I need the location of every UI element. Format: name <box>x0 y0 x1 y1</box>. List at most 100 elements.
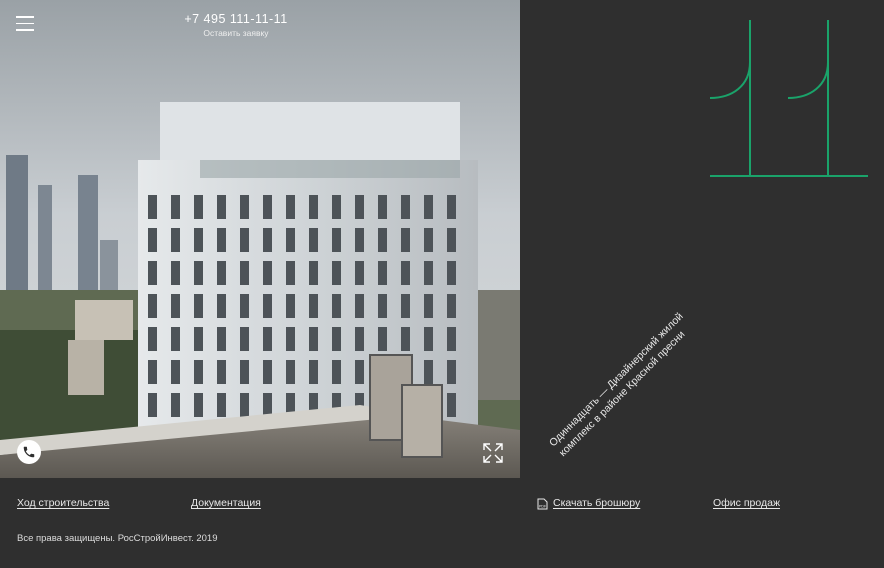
window <box>447 195 456 219</box>
window <box>332 294 341 318</box>
window <box>424 228 433 252</box>
phone-icon[interactable] <box>17 440 41 464</box>
window <box>217 261 226 285</box>
window <box>401 327 410 351</box>
window <box>194 261 203 285</box>
window <box>309 327 318 351</box>
pdf-icon: PDF <box>537 498 548 510</box>
window <box>424 327 433 351</box>
sales-office-link[interactable]: Офис продаж <box>713 497 780 509</box>
window <box>148 327 157 351</box>
expand-glyph <box>483 443 503 463</box>
window <box>401 261 410 285</box>
window <box>148 261 157 285</box>
phone-number[interactable]: +7 495 111-11-11 <box>180 12 292 26</box>
hero-image: +7 495 111-11-11 Оставить заявку <box>0 0 520 478</box>
window <box>263 195 272 219</box>
window <box>378 327 387 351</box>
window <box>286 261 295 285</box>
window <box>401 228 410 252</box>
window <box>355 327 364 351</box>
window <box>424 261 433 285</box>
tagline: Одиннадцать — Дизайнерский жилой комплек… <box>547 310 688 459</box>
window <box>355 195 364 219</box>
window <box>424 195 433 219</box>
window <box>309 261 318 285</box>
window <box>171 228 180 252</box>
window <box>355 228 364 252</box>
window <box>447 294 456 318</box>
header-contact: +7 495 111-11-11 Оставить заявку <box>180 12 292 38</box>
window <box>217 327 226 351</box>
window <box>171 327 180 351</box>
window <box>148 294 157 318</box>
window <box>148 393 157 417</box>
window <box>194 294 203 318</box>
request-link[interactable]: Оставить заявку <box>180 28 292 38</box>
window <box>286 228 295 252</box>
window <box>286 360 295 384</box>
window <box>447 228 456 252</box>
window <box>309 294 318 318</box>
window <box>401 294 410 318</box>
window <box>240 327 249 351</box>
copyright: Все права защищены. РосСтройИнвест. 2019 <box>17 533 218 544</box>
window <box>240 228 249 252</box>
expand-icon[interactable] <box>482 442 504 464</box>
window <box>424 294 433 318</box>
window <box>263 327 272 351</box>
window <box>240 393 249 417</box>
window <box>332 360 341 384</box>
construction-progress-link[interactable]: Ход строительства <box>17 497 109 509</box>
window <box>217 195 226 219</box>
window <box>263 261 272 285</box>
menu-icon[interactable] <box>16 16 34 34</box>
window <box>332 195 341 219</box>
window <box>240 261 249 285</box>
window <box>263 360 272 384</box>
window <box>378 195 387 219</box>
window <box>401 195 410 219</box>
window <box>309 360 318 384</box>
window <box>309 228 318 252</box>
window <box>332 261 341 285</box>
window <box>263 294 272 318</box>
window <box>194 327 203 351</box>
window <box>447 261 456 285</box>
window <box>355 261 364 285</box>
window <box>332 228 341 252</box>
window <box>171 195 180 219</box>
window <box>286 327 295 351</box>
window <box>309 195 318 219</box>
documentation-link[interactable]: Документация <box>191 497 261 509</box>
window <box>217 294 226 318</box>
building-render <box>0 0 520 478</box>
window <box>148 195 157 219</box>
window <box>355 294 364 318</box>
window <box>355 360 364 384</box>
window <box>378 261 387 285</box>
svg-text:PDF: PDF <box>539 505 547 509</box>
window <box>240 294 249 318</box>
window <box>447 360 456 384</box>
window <box>171 294 180 318</box>
window <box>447 393 456 417</box>
window <box>424 360 433 384</box>
window <box>171 360 180 384</box>
window <box>148 360 157 384</box>
window <box>240 195 249 219</box>
window <box>378 294 387 318</box>
window <box>240 360 249 384</box>
window <box>263 228 272 252</box>
window <box>194 195 203 219</box>
window <box>171 393 180 417</box>
window <box>148 228 157 252</box>
window <box>286 294 295 318</box>
download-brochure-link[interactable]: Скачать брошюру <box>553 497 640 509</box>
window <box>194 360 203 384</box>
window <box>194 393 203 417</box>
window <box>171 261 180 285</box>
eleven-logo[interactable] <box>706 16 870 182</box>
window <box>217 228 226 252</box>
window <box>263 393 272 417</box>
